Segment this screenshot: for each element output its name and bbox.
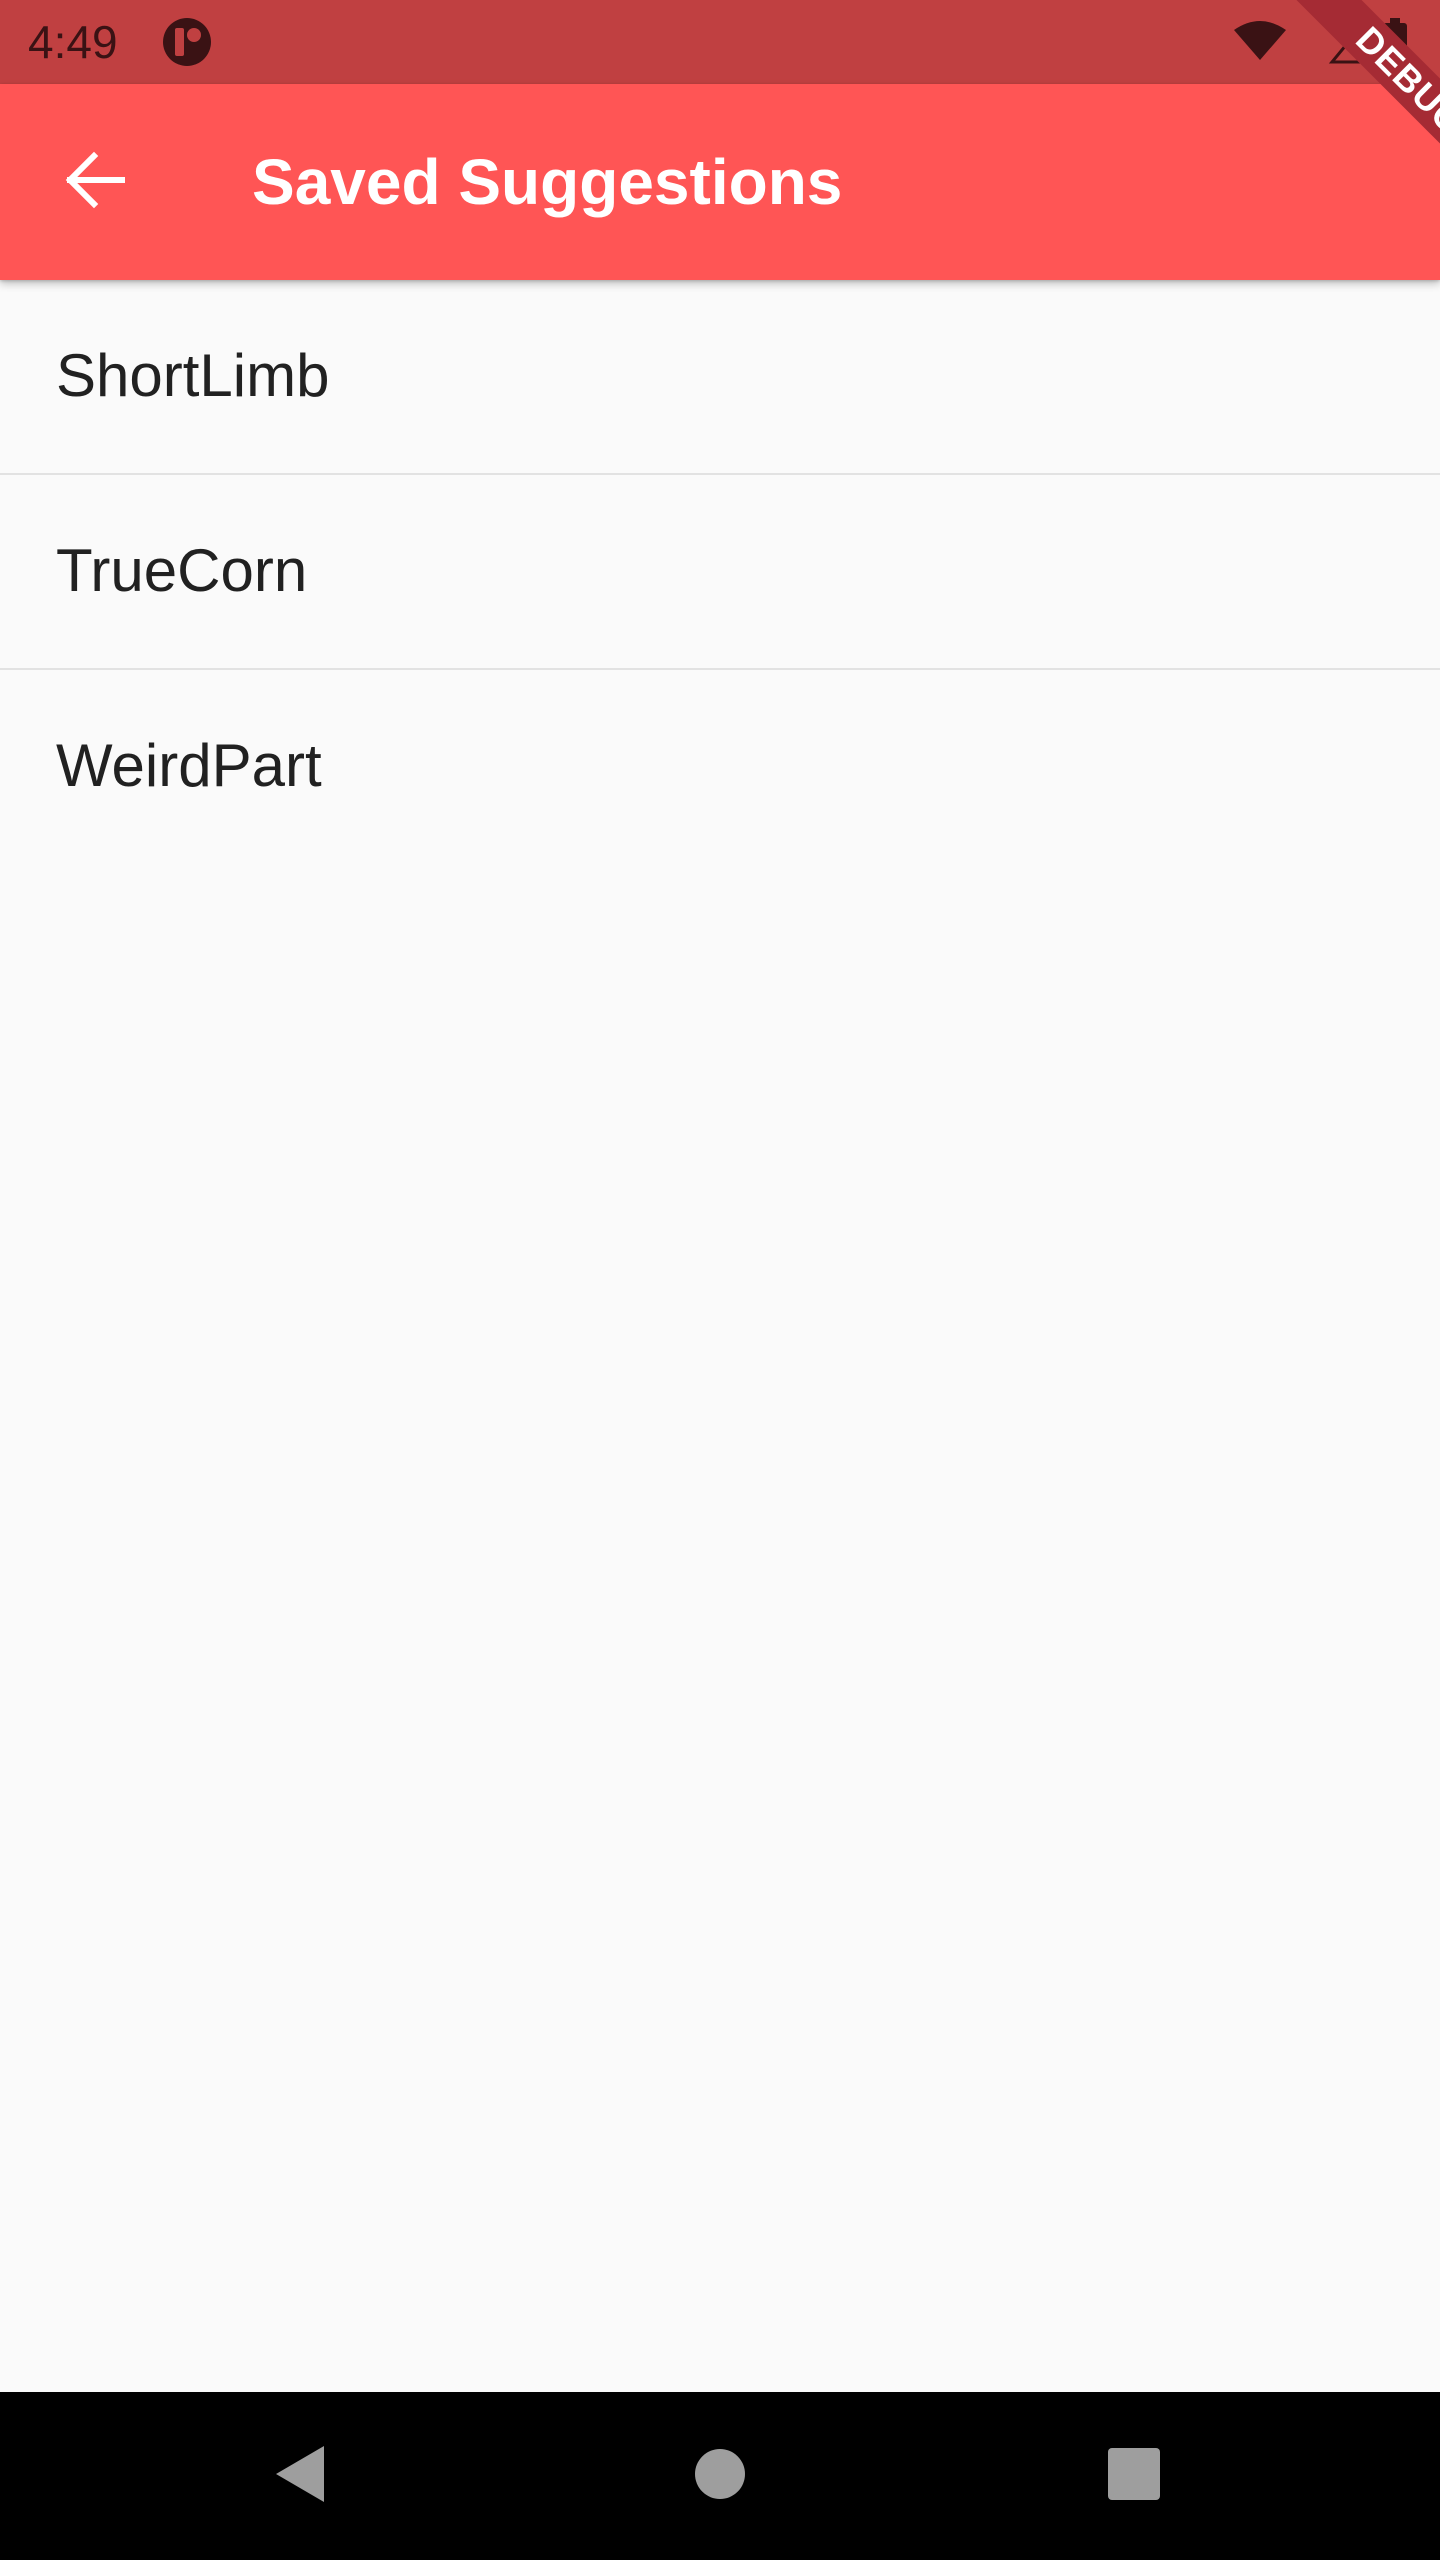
list-item-label: WeirdPart — [56, 732, 322, 799]
list-item[interactable]: TrueCorn — [0, 475, 1440, 670]
system-navigation-bar — [0, 2392, 1440, 2560]
wifi-icon — [1234, 21, 1286, 60]
back-button[interactable] — [48, 134, 144, 230]
page-title: Saved Suggestions — [252, 146, 843, 218]
nav-home-button[interactable] — [660, 2416, 780, 2536]
status-icons — [1220, 16, 1420, 68]
list-item[interactable]: WeirdPart — [0, 670, 1440, 865]
home-circle-icon — [692, 2446, 748, 2507]
status-time: 4:49 — [28, 16, 118, 68]
nav-back-button[interactable] — [240, 2416, 360, 2536]
app-notification-icon — [162, 17, 212, 67]
recents-square-icon — [1106, 2446, 1162, 2507]
back-triangle-icon — [270, 2442, 330, 2511]
cellular-signal-icon — [1328, 23, 1362, 64]
app-bar: Saved Suggestions — [0, 84, 1440, 280]
status-bar: 4:49 — [0, 0, 1440, 84]
list-item[interactable]: ShortLimb — [0, 280, 1440, 475]
list-item-label: TrueCorn — [56, 537, 308, 604]
list-item-label: ShortLimb — [56, 342, 330, 409]
battery-icon — [1383, 18, 1407, 63]
nav-recents-button[interactable] — [1074, 2416, 1194, 2536]
arrow-back-icon — [64, 148, 128, 217]
saved-suggestions-list: ShortLimb TrueCorn WeirdPart — [0, 280, 1440, 865]
